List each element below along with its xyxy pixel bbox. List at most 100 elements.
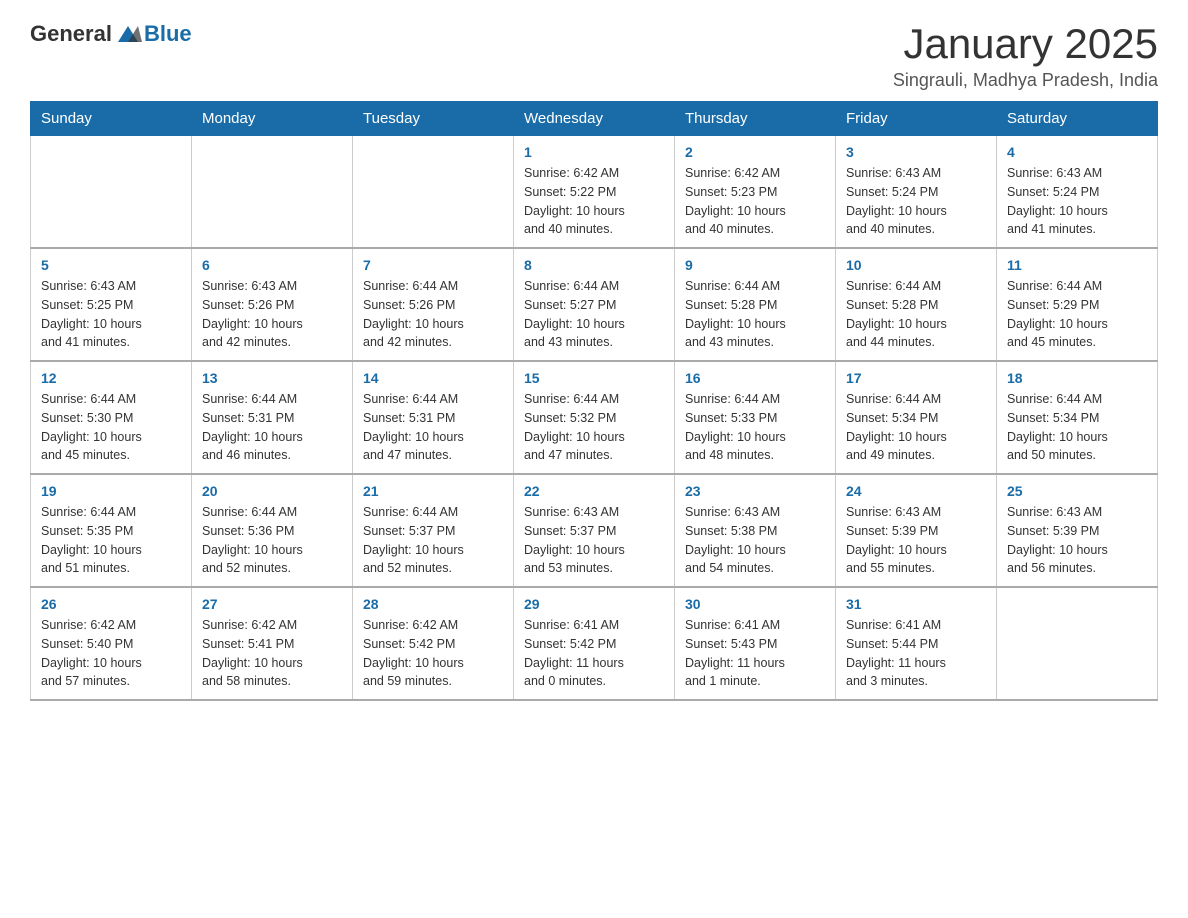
- calendar-cell: 24 Sunrise: 6:43 AMSunset: 5:39 PMDayligh…: [836, 474, 997, 587]
- calendar-cell: 17 Sunrise: 6:44 AMSunset: 5:34 PMDayligh…: [836, 361, 997, 474]
- day-number: 12: [41, 370, 181, 386]
- week-row-5: 26 Sunrise: 6:42 AMSunset: 5:40 PMDayligh…: [31, 587, 1158, 700]
- calendar-cell: 22 Sunrise: 6:43 AMSunset: 5:37 PMDayligh…: [514, 474, 675, 587]
- day-number: 6: [202, 257, 342, 273]
- calendar-cell: [353, 136, 514, 249]
- calendar-cell: 2 Sunrise: 6:42 AMSunset: 5:23 PMDaylight…: [675, 136, 836, 249]
- day-info: Sunrise: 6:44 AMSunset: 5:34 PMDaylight:…: [846, 390, 986, 465]
- day-info: Sunrise: 6:43 AMSunset: 5:39 PMDaylight:…: [1007, 503, 1147, 578]
- day-info: Sunrise: 6:43 AMSunset: 5:24 PMDaylight:…: [846, 164, 986, 239]
- calendar-cell: [31, 136, 192, 249]
- day-number: 17: [846, 370, 986, 386]
- day-info: Sunrise: 6:43 AMSunset: 5:24 PMDaylight:…: [1007, 164, 1147, 239]
- logo-blue-text: Blue: [144, 21, 192, 47]
- day-info: Sunrise: 6:41 AMSunset: 5:44 PMDaylight:…: [846, 616, 986, 691]
- calendar-cell: 14Sunrise: 6:44 AMSunset: 5:31 PMDayligh…: [353, 361, 514, 474]
- day-info: Sunrise: 6:42 AMSunset: 5:41 PMDaylight:…: [202, 616, 342, 691]
- day-info: Sunrise: 6:43 AMSunset: 5:26 PMDaylight:…: [202, 277, 342, 352]
- week-row-3: 12 Sunrise: 6:44 AMSunset: 5:30 PMDayligh…: [31, 361, 1158, 474]
- calendar-cell: 6 Sunrise: 6:43 AMSunset: 5:26 PMDaylight…: [192, 248, 353, 361]
- day-info: Sunrise: 6:44 AMSunset: 5:31 PMDaylight:…: [363, 390, 503, 465]
- day-number: 19: [41, 483, 181, 499]
- day-number: 11: [1007, 257, 1147, 273]
- day-number: 18: [1007, 370, 1147, 386]
- calendar-cell: 28Sunrise: 6:42 AMSunset: 5:42 PMDayligh…: [353, 587, 514, 700]
- day-number: 28: [363, 596, 503, 612]
- day-number: 3: [846, 144, 986, 160]
- day-info: Sunrise: 6:42 AMSunset: 5:40 PMDaylight:…: [41, 616, 181, 691]
- day-info: Sunrise: 6:43 AMSunset: 5:39 PMDaylight:…: [846, 503, 986, 578]
- day-info: Sunrise: 6:43 AMSunset: 5:38 PMDaylight:…: [685, 503, 825, 578]
- day-info: Sunrise: 6:44 AMSunset: 5:36 PMDaylight:…: [202, 503, 342, 578]
- day-info: Sunrise: 6:44 AMSunset: 5:37 PMDaylight:…: [363, 503, 503, 578]
- day-number: 10: [846, 257, 986, 273]
- page-header: General Blue January 2025 Singrauli, Mad…: [30, 20, 1158, 91]
- calendar-subtitle: Singrauli, Madhya Pradesh, India: [893, 70, 1158, 91]
- calendar-cell: 9 Sunrise: 6:44 AMSunset: 5:28 PMDaylight…: [675, 248, 836, 361]
- calendar-cell: 27 Sunrise: 6:42 AMSunset: 5:41 PMDayligh…: [192, 587, 353, 700]
- calendar-cell: 21 Sunrise: 6:44 AMSunset: 5:37 PMDayligh…: [353, 474, 514, 587]
- calendar-cell: 20Sunrise: 6:44 AMSunset: 5:36 PMDayligh…: [192, 474, 353, 587]
- column-header-friday: Friday: [836, 102, 997, 136]
- calendar-cell: 11 Sunrise: 6:44 AMSunset: 5:29 PMDayligh…: [997, 248, 1158, 361]
- day-number: 16: [685, 370, 825, 386]
- calendar-cell: 19 Sunrise: 6:44 AMSunset: 5:35 PMDayligh…: [31, 474, 192, 587]
- day-info: Sunrise: 6:44 AMSunset: 5:29 PMDaylight:…: [1007, 277, 1147, 352]
- calendar-header: SundayMondayTuesdayWednesdayThursdayFrid…: [31, 102, 1158, 136]
- title-section: January 2025 Singrauli, Madhya Pradesh, …: [893, 20, 1158, 91]
- calendar-cell: 7Sunrise: 6:44 AMSunset: 5:26 PMDaylight…: [353, 248, 514, 361]
- calendar-cell: 4 Sunrise: 6:43 AMSunset: 5:24 PMDaylight…: [997, 136, 1158, 249]
- day-number: 29: [524, 596, 664, 612]
- logo-icon: [114, 20, 142, 48]
- calendar-cell: 16 Sunrise: 6:44 AMSunset: 5:33 PMDayligh…: [675, 361, 836, 474]
- day-number: 2: [685, 144, 825, 160]
- day-info: Sunrise: 6:44 AMSunset: 5:33 PMDaylight:…: [685, 390, 825, 465]
- day-info: Sunrise: 6:41 AMSunset: 5:42 PMDaylight:…: [524, 616, 664, 691]
- day-number: 4: [1007, 144, 1147, 160]
- calendar-cell: 29 Sunrise: 6:41 AMSunset: 5:42 PMDayligh…: [514, 587, 675, 700]
- calendar-body: 1 Sunrise: 6:42 AMSunset: 5:22 PMDaylight…: [31, 136, 1158, 701]
- day-number: 13: [202, 370, 342, 386]
- day-info: Sunrise: 6:42 AMSunset: 5:23 PMDaylight:…: [685, 164, 825, 239]
- day-info: Sunrise: 6:44 AMSunset: 5:28 PMDaylight:…: [685, 277, 825, 352]
- calendar-cell: 13 Sunrise: 6:44 AMSunset: 5:31 PMDayligh…: [192, 361, 353, 474]
- day-number: 7: [363, 257, 503, 273]
- calendar-cell: 3 Sunrise: 6:43 AMSunset: 5:24 PMDaylight…: [836, 136, 997, 249]
- column-header-tuesday: Tuesday: [353, 102, 514, 136]
- calendar-cell: 8Sunrise: 6:44 AMSunset: 5:27 PMDaylight…: [514, 248, 675, 361]
- day-number: 5: [41, 257, 181, 273]
- column-header-thursday: Thursday: [675, 102, 836, 136]
- calendar-cell: 5Sunrise: 6:43 AMSunset: 5:25 PMDaylight…: [31, 248, 192, 361]
- day-info: Sunrise: 6:43 AMSunset: 5:37 PMDaylight:…: [524, 503, 664, 578]
- column-header-saturday: Saturday: [997, 102, 1158, 136]
- logo: General Blue: [30, 20, 192, 48]
- day-number: 21: [363, 483, 503, 499]
- day-number: 22: [524, 483, 664, 499]
- day-number: 25: [1007, 483, 1147, 499]
- header-row: SundayMondayTuesdayWednesdayThursdayFrid…: [31, 102, 1158, 136]
- day-number: 30: [685, 596, 825, 612]
- day-number: 27: [202, 596, 342, 612]
- day-info: Sunrise: 6:44 AMSunset: 5:35 PMDaylight:…: [41, 503, 181, 578]
- day-number: 26: [41, 596, 181, 612]
- calendar-cell: 12 Sunrise: 6:44 AMSunset: 5:30 PMDayligh…: [31, 361, 192, 474]
- day-info: Sunrise: 6:42 AMSunset: 5:22 PMDaylight:…: [524, 164, 664, 239]
- calendar-title: January 2025: [893, 20, 1158, 68]
- week-row-1: 1 Sunrise: 6:42 AMSunset: 5:22 PMDaylight…: [31, 136, 1158, 249]
- calendar-cell: [192, 136, 353, 249]
- day-number: 8: [524, 257, 664, 273]
- day-info: Sunrise: 6:44 AMSunset: 5:31 PMDaylight:…: [202, 390, 342, 465]
- calendar-cell: 31Sunrise: 6:41 AMSunset: 5:44 PMDayligh…: [836, 587, 997, 700]
- day-number: 24: [846, 483, 986, 499]
- calendar-table: SundayMondayTuesdayWednesdayThursdayFrid…: [30, 101, 1158, 701]
- calendar-cell: [997, 587, 1158, 700]
- day-number: 9: [685, 257, 825, 273]
- day-info: Sunrise: 6:44 AMSunset: 5:32 PMDaylight:…: [524, 390, 664, 465]
- day-number: 1: [524, 144, 664, 160]
- calendar-cell: 30Sunrise: 6:41 AMSunset: 5:43 PMDayligh…: [675, 587, 836, 700]
- column-header-wednesday: Wednesday: [514, 102, 675, 136]
- calendar-cell: 15Sunrise: 6:44 AMSunset: 5:32 PMDayligh…: [514, 361, 675, 474]
- calendar-cell: 10Sunrise: 6:44 AMSunset: 5:28 PMDayligh…: [836, 248, 997, 361]
- logo-general-text: General: [30, 21, 112, 47]
- day-info: Sunrise: 6:44 AMSunset: 5:30 PMDaylight:…: [41, 390, 181, 465]
